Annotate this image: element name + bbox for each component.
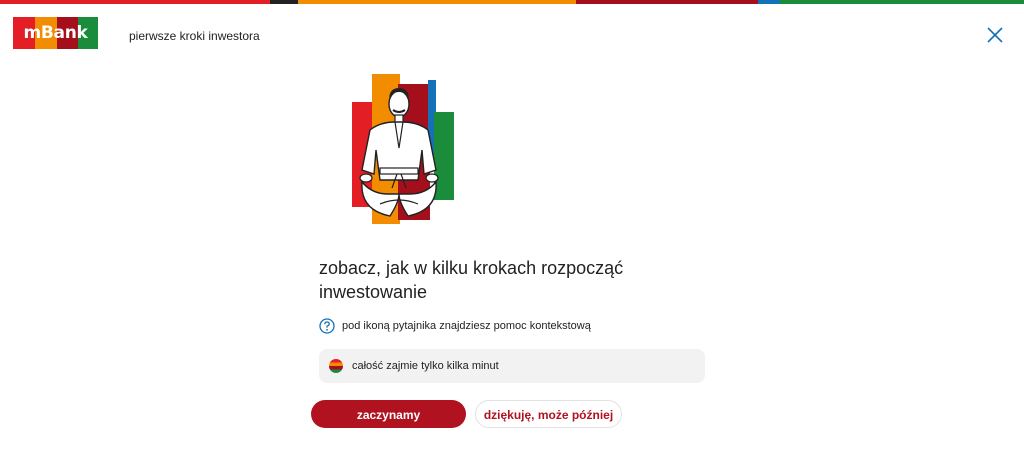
later-button[interactable]: dziękuję, może później [475, 400, 622, 428]
headline: zobacz, jak w kilku krokach rozpocząć in… [319, 258, 624, 302]
duration-info-box: całość zajmie tylko kilka minut [319, 349, 705, 383]
onboarding-page: mBank pierwsze kroki inwestora zobacz, j… [0, 0, 1024, 472]
logo-text: mBank [23, 23, 88, 43]
clock-icon [329, 359, 343, 373]
start-button[interactable]: zaczynamy [311, 400, 466, 428]
top-color-strip [0, 0, 1024, 4]
duration-text: całość zajmie tylko kilka minut [352, 360, 499, 372]
help-text: pod ikoną pytajnika znajdziesz pomoc kon… [342, 320, 591, 332]
close-icon[interactable] [986, 26, 1004, 44]
martial-artist-illustration [352, 74, 454, 224]
mbank-logo[interactable]: mBank [13, 17, 98, 49]
help-info-row: pod ikoną pytajnika znajdziesz pomoc kon… [319, 318, 591, 334]
question-icon [319, 318, 335, 334]
page-title: pierwsze kroki inwestora [129, 29, 260, 43]
